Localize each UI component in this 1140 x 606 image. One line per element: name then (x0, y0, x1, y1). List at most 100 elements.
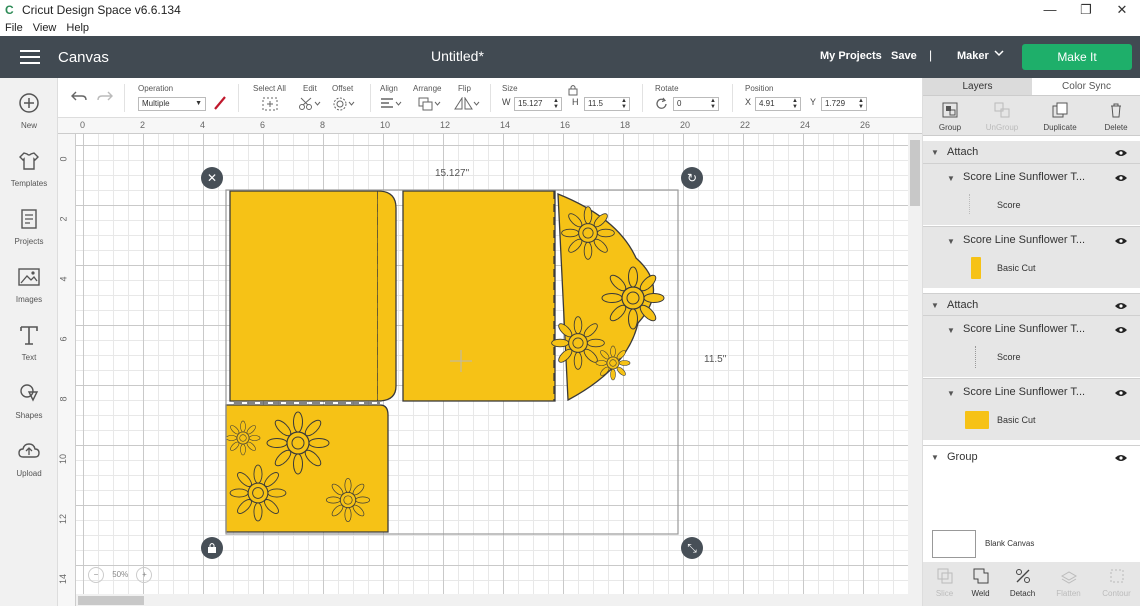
flip-icon[interactable] (454, 96, 480, 114)
scroll-thumb[interactable] (78, 596, 144, 605)
stepper-icon[interactable]: ▲ ▼ (621, 98, 627, 110)
rotate-input[interactable]: 0 ▲ ▼ (673, 97, 719, 111)
duplicate-button[interactable]: Duplicate (1033, 96, 1087, 133)
rotate-handle-icon[interactable]: ↻ (681, 167, 703, 189)
undo-icon[interactable] (70, 90, 88, 107)
eye-icon[interactable] (1115, 454, 1127, 462)
collapse-arrow-icon[interactable]: ▼ (947, 389, 955, 398)
action-label: UnGroup (985, 123, 1019, 132)
collapse-arrow-icon[interactable]: ▼ (931, 148, 939, 157)
delete-button[interactable]: Delete (1089, 96, 1140, 133)
eye-icon[interactable] (1115, 174, 1127, 182)
align-icon[interactable] (380, 97, 404, 114)
flatten-button[interactable]: Flatten (1047, 562, 1090, 599)
maximize-button[interactable]: ❐ (1068, 0, 1104, 20)
contour-button[interactable]: Contour (1095, 562, 1138, 599)
collapse-arrow-icon[interactable]: ▼ (947, 174, 955, 183)
offset-label: Offset (332, 84, 354, 93)
layer-item[interactable]: ▼ Score Line Sunflower T... Score (923, 315, 1140, 377)
operation-select[interactable]: Multiple ▼ (138, 97, 206, 111)
design-canvas[interactable]: 0 2 4 6 8 10 12 14 16 18 20 22 24 26 0 2… (58, 118, 922, 606)
collapse-arrow-icon[interactable]: ▼ (931, 453, 939, 462)
shapes-tool[interactable]: Shapes (0, 380, 58, 421)
templates-tool[interactable]: Templates (0, 148, 58, 189)
layer-attach-group[interactable]: ▼ Attach (923, 293, 1140, 315)
blank-canvas-swatch[interactable] (932, 530, 976, 558)
document-title[interactable]: Untitled* (431, 48, 484, 64)
new-tool[interactable]: New (0, 90, 58, 131)
layer-label: Score Line Sunflower T... (963, 171, 1086, 183)
rotate-value: 0 (677, 99, 682, 108)
hamburger-menu-icon[interactable] (20, 50, 40, 64)
machine-selector[interactable]: Maker (957, 50, 989, 62)
y-value: 1.729 (825, 99, 846, 108)
menu-view[interactable]: View (33, 22, 57, 34)
height-input[interactable]: 11.5 ▲ ▼ (584, 97, 630, 111)
card-design-artwork[interactable] (58, 118, 908, 594)
redo-icon[interactable] (96, 90, 114, 107)
width-input[interactable]: 15.127 ▲ ▼ (514, 97, 562, 111)
zoom-level: 50% (112, 570, 129, 579)
stepper-icon[interactable]: ▲ ▼ (710, 98, 716, 110)
zoom-controls: − 50% + (88, 567, 153, 583)
text-tool[interactable]: Text (0, 322, 58, 363)
minimize-button[interactable]: — (1032, 0, 1068, 20)
x-input[interactable]: 4.91 ▲ ▼ (755, 97, 801, 111)
tab-color-sync[interactable]: Color Sync (1032, 78, 1140, 95)
collapse-arrow-icon[interactable]: ▼ (931, 301, 939, 310)
ungroup-button[interactable]: UnGroup (975, 96, 1029, 133)
eye-icon[interactable] (1115, 237, 1127, 245)
action-label: Group (938, 123, 962, 132)
rotate-icon[interactable] (655, 97, 669, 114)
resize-handle-icon[interactable]: ⤡ (681, 537, 703, 559)
horizontal-scrollbar[interactable] (76, 594, 908, 606)
stepper-icon[interactable]: ▲ ▼ (553, 98, 559, 110)
action-label: Weld (971, 589, 990, 598)
layer-label: Score Line Sunflower T... (963, 386, 1086, 398)
detach-button[interactable]: Detach (1001, 562, 1044, 599)
delete-handle-close-icon[interactable]: ✕ (201, 167, 223, 189)
eye-icon[interactable] (1115, 302, 1127, 310)
save-button[interactable]: Save (891, 50, 917, 62)
layer-item[interactable]: ▼ Score Line Sunflower T... Basic Cut (923, 378, 1140, 440)
layer-attach-group[interactable]: ▼ Attach (923, 141, 1140, 163)
tab-layers[interactable]: Layers (923, 78, 1032, 95)
make-it-button[interactable]: Make It (1022, 44, 1132, 70)
edit-scissors-icon[interactable] (298, 97, 322, 114)
collapse-arrow-icon[interactable]: ▼ (947, 237, 955, 246)
weld-button[interactable]: Weld (959, 562, 1002, 599)
chevron-down-icon[interactable] (994, 48, 1004, 60)
y-input[interactable]: 1.729 ▲ ▼ (821, 97, 867, 111)
scroll-thumb[interactable] (910, 140, 920, 206)
layer-item[interactable]: ▼ Score Line Sunflower T... Basic Cut (923, 226, 1140, 288)
menu-file[interactable]: File (5, 22, 23, 34)
select-all-icon[interactable] (262, 97, 278, 114)
stepper-icon[interactable]: ▲ ▼ (792, 98, 798, 110)
pen-color-icon[interactable] (212, 95, 228, 114)
tool-label: Text (21, 353, 37, 362)
eye-icon[interactable] (1115, 149, 1127, 157)
my-projects-link[interactable]: My Projects (820, 50, 882, 62)
lock-handle-icon[interactable] (201, 537, 223, 559)
close-window-button[interactable]: ✕ (1104, 0, 1140, 20)
collapse-arrow-icon[interactable]: ▼ (947, 326, 955, 335)
images-tool[interactable]: Images (0, 264, 58, 305)
zoom-in-icon[interactable]: + (136, 567, 153, 583)
layer-actions: Group UnGroup Duplicate Delete (923, 96, 1140, 136)
eye-icon[interactable] (1115, 326, 1127, 334)
bottom-actions: Slice Weld Detach Flatten Contour (923, 562, 1140, 606)
layer-item[interactable]: ▼ Score Line Sunflower T... Score (923, 163, 1140, 225)
layer-group[interactable]: ▼ Group (923, 445, 1140, 467)
group-button[interactable]: Group (923, 96, 977, 133)
arrange-icon[interactable] (418, 97, 442, 114)
zoom-out-icon[interactable]: − (88, 567, 104, 583)
stepper-icon[interactable]: ▲ ▼ (858, 98, 864, 110)
upload-tool[interactable]: Upload (0, 438, 58, 479)
size-label: Size (502, 84, 518, 93)
eye-icon[interactable] (1115, 389, 1127, 397)
vertical-scrollbar[interactable] (908, 134, 922, 606)
width-label: W (502, 97, 511, 107)
menu-help[interactable]: Help (66, 22, 89, 34)
projects-tool[interactable]: Projects (0, 206, 58, 247)
offset-icon[interactable] (333, 97, 357, 114)
